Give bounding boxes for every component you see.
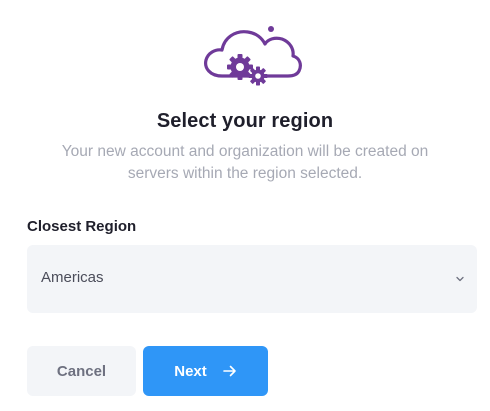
region-select[interactable]: Americas — [27, 245, 477, 313]
next-button-label: Next — [174, 362, 207, 380]
region-select-value: Americas — [41, 269, 104, 286]
region-selection-page: Select your region Your new account and … — [0, 0, 490, 411]
page-subtitle: Your new account and organization will b… — [61, 143, 429, 182]
cancel-button-label: Cancel — [56, 362, 107, 380]
cancel-button[interactable]: Cancel — [27, 346, 136, 396]
cloud-gears-icon — [204, 26, 302, 86]
region-field-label: Closest Region — [27, 218, 137, 235]
next-button[interactable]: Next — [143, 346, 268, 396]
arrow-right-icon — [222, 365, 236, 377]
page-title: Select your region — [156, 110, 334, 132]
chevron-down-icon — [456, 276, 464, 282]
